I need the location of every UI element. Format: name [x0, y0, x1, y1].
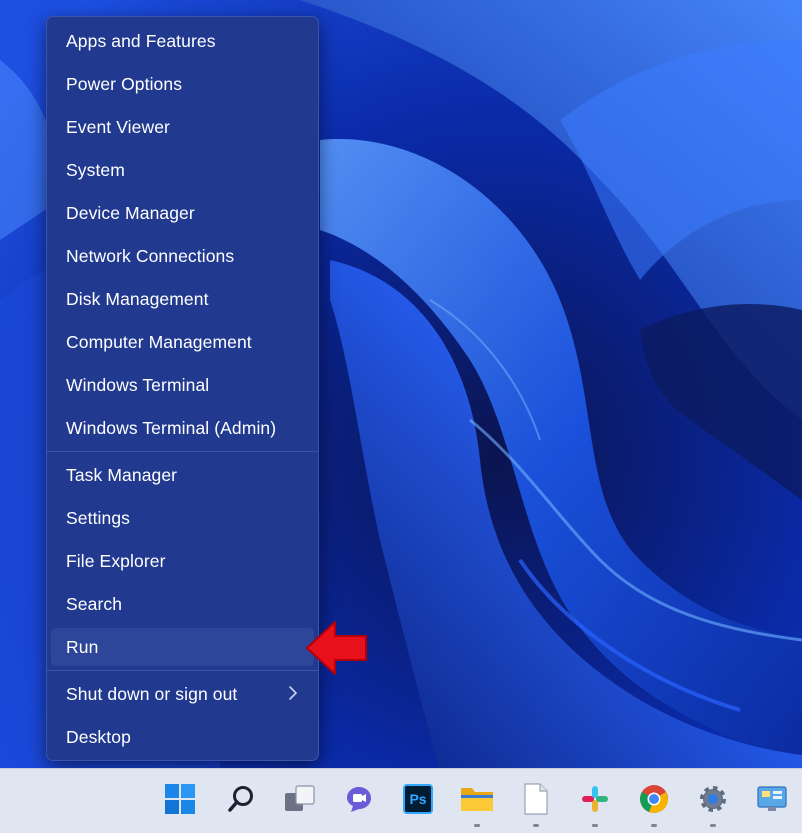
chevron-right-icon	[289, 686, 298, 700]
menu-item-settings[interactable]: Settings	[51, 499, 314, 537]
menu-item-shut-down-or-sign-out[interactable]: Shut down or sign out	[51, 675, 314, 713]
menu-item-power-options[interactable]: Power Options	[51, 65, 314, 103]
windows-logo-icon	[165, 784, 195, 814]
file-explorer-button[interactable]	[455, 777, 499, 821]
folder-icon	[461, 788, 493, 811]
menu-item-device-manager[interactable]: Device Manager	[51, 194, 314, 232]
search-icon	[228, 786, 253, 812]
taskbar-search-button[interactable]	[219, 777, 263, 821]
chrome-icon	[640, 785, 668, 813]
running-indicator	[474, 824, 480, 827]
teams-chat-icon	[347, 787, 371, 812]
menu-item-disk-management[interactable]: Disk Management	[51, 280, 314, 318]
menu-item-run[interactable]: Run	[51, 628, 314, 666]
winx-context-menu: Apps and Features Power Options Event Vi…	[46, 16, 319, 761]
menu-item-network-connections[interactable]: Network Connections	[51, 237, 314, 275]
settings-button[interactable]	[691, 777, 735, 821]
menu-separator	[47, 670, 318, 671]
running-indicator	[592, 824, 598, 827]
menu-item-task-manager[interactable]: Task Manager	[51, 456, 314, 494]
teams-chat-button[interactable]	[337, 777, 381, 821]
running-indicator	[533, 824, 539, 827]
menu-item-windows-terminal-admin[interactable]: Windows Terminal (Admin)	[51, 409, 314, 447]
menu-item-label: Shut down or sign out	[66, 683, 238, 704]
control-panel-button[interactable]	[750, 777, 794, 821]
control-panel-icon	[757, 786, 787, 811]
photoshop-icon-label: Ps	[409, 791, 427, 807]
gear-icon	[700, 786, 726, 812]
menu-item-desktop[interactable]: Desktop	[51, 718, 314, 756]
running-indicator	[651, 824, 657, 827]
menu-item-search[interactable]: Search	[51, 585, 314, 623]
menu-item-file-explorer[interactable]: File Explorer	[51, 542, 314, 580]
task-view-button[interactable]	[278, 777, 322, 821]
menu-item-system[interactable]: System	[51, 151, 314, 189]
menu-item-apps-and-features[interactable]: Apps and Features	[51, 22, 314, 60]
taskbar: Ps	[0, 768, 802, 833]
start-button[interactable]	[158, 777, 202, 821]
menu-item-event-viewer[interactable]: Event Viewer	[51, 108, 314, 146]
slack-button[interactable]	[573, 777, 617, 821]
running-indicator	[710, 824, 716, 827]
notepad-button[interactable]	[514, 777, 558, 821]
document-icon	[524, 783, 548, 815]
menu-separator	[47, 451, 318, 452]
menu-item-computer-management[interactable]: Computer Management	[51, 323, 314, 361]
photoshop-icon: Ps	[403, 784, 433, 814]
red-arrow-icon	[306, 621, 367, 675]
menu-item-windows-terminal[interactable]: Windows Terminal	[51, 366, 314, 404]
chrome-button[interactable]	[632, 777, 676, 821]
task-view-icon	[285, 785, 315, 811]
photoshop-button[interactable]: Ps	[396, 777, 440, 821]
slack-icon	[582, 786, 608, 812]
